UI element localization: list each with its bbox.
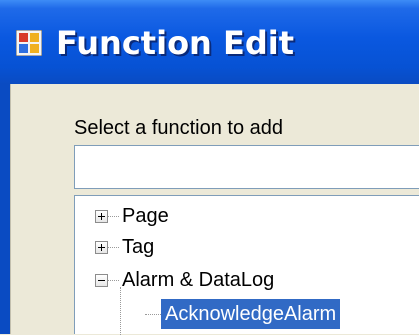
app-icon[interactable] — [16, 30, 42, 56]
tree-connector — [145, 314, 161, 315]
title-bar[interactable]: Function Edit — [0, 0, 419, 84]
window-title: Function Edit — [56, 24, 294, 62]
expand-icon[interactable] — [95, 241, 108, 254]
tree-item-label: Tag — [122, 236, 155, 258]
tree-connector — [107, 247, 119, 248]
function-input[interactable] — [74, 145, 419, 189]
window-frame — [0, 84, 10, 334]
tree-connector — [107, 216, 119, 217]
prompt-label: Select a function to add — [74, 117, 284, 139]
expand-icon[interactable] — [95, 210, 108, 223]
function-tree[interactable]: Page Tag Alarm & DataLog AcknowledgeAlar… — [74, 195, 419, 335]
tree-connector — [120, 287, 121, 335]
tree-item-label: Page — [122, 205, 169, 227]
tree-item-label: Alarm & DataLog — [122, 269, 275, 291]
collapse-icon[interactable] — [95, 274, 108, 287]
tree-connector — [107, 280, 119, 281]
tree-item-label: AcknowledgeAlarm — [161, 299, 341, 329]
